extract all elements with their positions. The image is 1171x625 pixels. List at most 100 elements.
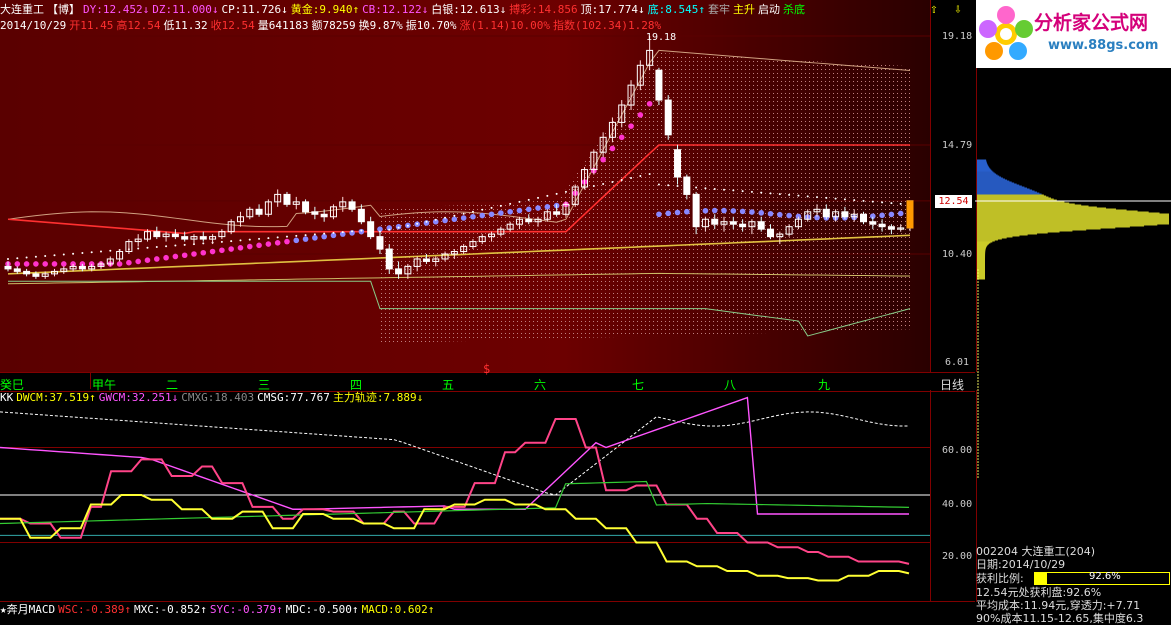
cost-dot [609,145,616,152]
white-dot [676,184,679,187]
candle-body [376,236,384,250]
white-dot [174,244,177,247]
cost-dot [181,252,188,259]
chip-dot [977,470,979,472]
white-dot [313,233,316,236]
candle-body [739,223,747,228]
cost-dot [479,212,486,219]
white-dot [481,208,484,211]
chip-dot [977,347,979,349]
chip-dot [977,410,979,412]
chip-dot [977,386,979,388]
chip-dot [977,332,979,334]
chip-dot [977,431,979,433]
ind2-item-0: ★奔月MACD [0,603,56,616]
chip-dot [977,458,979,460]
chip-dot [977,377,979,379]
header-line1-item-9: 顶:17.774↓ [580,3,645,16]
chip-dot [977,455,979,457]
candle-body [255,208,263,215]
white-dot [360,229,363,232]
price-chart[interactable] [0,0,930,372]
chip-dot [977,464,979,466]
white-dot [630,177,633,180]
header-line2-item-3: 低11.32 [163,19,208,32]
white-dot [416,222,419,225]
header-line1-item-8: 搏彩:14.856 [509,3,578,16]
white-dot [230,240,233,243]
white-dot [453,214,456,217]
cost-dot [451,216,458,223]
white-dot [109,249,112,252]
cost-dot [312,235,318,241]
indicator-panel-1[interactable] [0,390,930,600]
cmxg-line [0,480,910,525]
ind1-item-3: CMXG:18.403 [181,391,255,404]
white-dot [258,237,261,240]
candle-body [664,99,672,136]
ind2-item-2: MXC:-0.852↑ [133,603,207,616]
header-line1-item-11: 套牢 [707,3,730,16]
cost-dot [116,261,123,267]
cost-dot [749,209,755,215]
cost-dot [516,207,523,214]
cost-dot [525,206,532,213]
cost-dot [684,208,690,215]
white-dot [825,196,828,199]
white-dot [667,184,670,187]
chip-dot [977,368,979,370]
chip-dot [977,338,979,340]
white-dot [639,175,642,178]
cost-dot [535,205,541,211]
header-line1-item-14: 杀底 [782,3,805,16]
axis-tick-4: 10.40 [942,249,973,260]
white-dot [53,254,56,257]
ind1-item-4: CMSG:77.767 [257,391,330,404]
cost-dot [163,254,169,261]
header-line2-item-10: 指数(102.34)1.28% [552,19,662,32]
cost-dot [302,236,309,242]
header-line2-item-6: 额78259 [311,19,356,32]
white-dot [620,179,623,182]
white-dot [564,190,567,193]
candle-body [692,193,700,228]
white-dot [760,191,763,194]
chip-dot [977,326,979,328]
cmsg-line [0,411,910,496]
chip-dot [977,335,979,337]
chip-dot [977,299,979,301]
cost-dot [702,207,709,214]
chip-dot [977,398,979,400]
header-line1-item-0: 大连重工 [0,3,44,16]
cost-dot [544,204,551,210]
chip-dot [977,356,979,358]
logo-url[interactable]: www.88gs.com [1048,38,1158,53]
header-line2-item-9: 涨(1.14)10.00% [459,19,550,32]
header-line1-item-6: CB:12.122↓ [362,3,429,16]
chip-dot [977,269,979,271]
cost-dot [228,246,234,252]
header-line2-item-4: 收12.54 [210,19,255,32]
chip-dot [977,341,979,343]
white-dot [890,202,893,205]
chip-dot [977,359,979,361]
chip-dot [977,461,979,463]
white-dot [509,202,512,205]
current-price-label: 12.54 [935,195,972,208]
white-dot [527,198,530,201]
chip-dot [977,287,979,289]
white-dot [425,220,428,223]
cost-dot [219,247,225,254]
chip-info-profit-label: 获利比例: [976,572,1024,585]
cost-dot [135,258,141,265]
candle-body [878,223,886,228]
cost-dot [191,251,197,257]
chip-dot [977,476,979,478]
chip-dot [977,401,979,403]
white-dot [853,199,856,202]
candle-body [199,236,207,240]
white-dot [871,200,874,203]
white-dot [276,236,279,239]
candle-body [367,221,375,238]
candle-body [320,213,328,218]
